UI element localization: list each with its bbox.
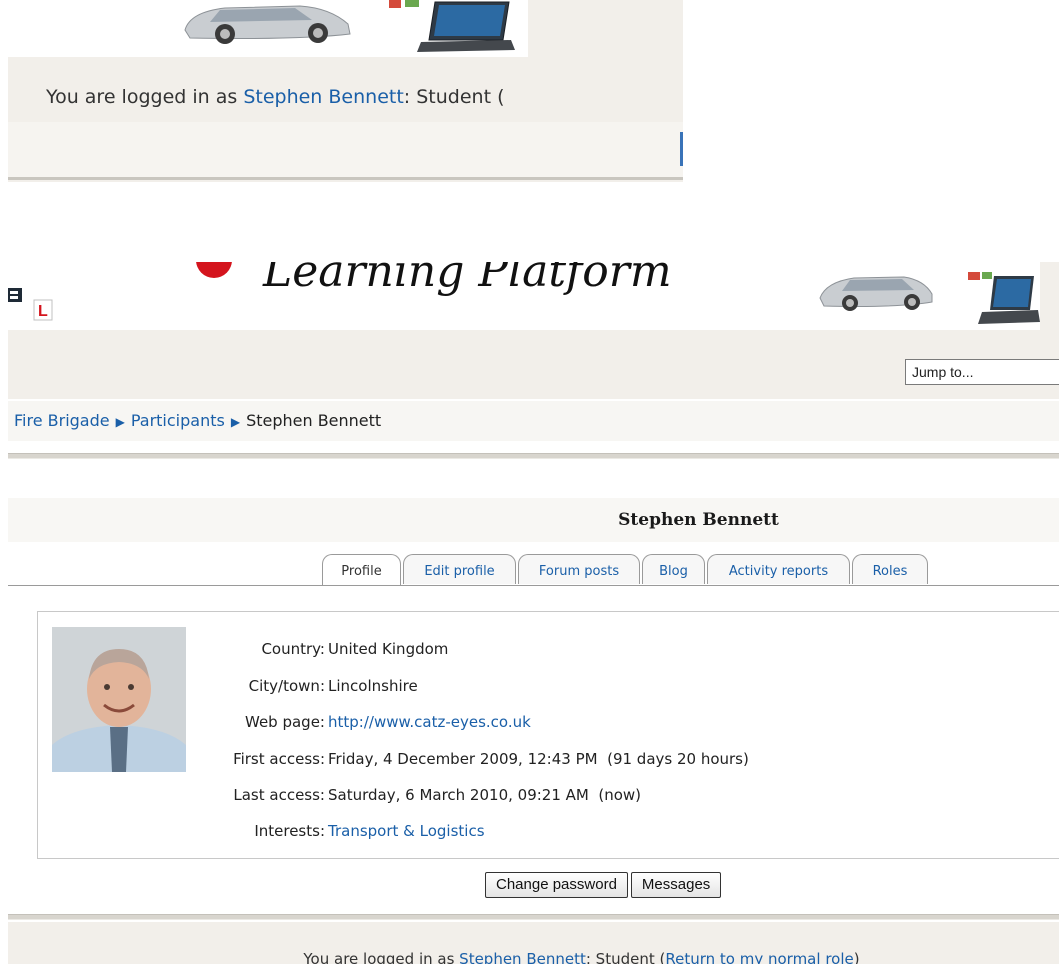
tab-edit-profile[interactable]: Edit profile	[403, 554, 516, 584]
field-label: Web page:	[245, 713, 325, 731]
footer-close: )	[853, 950, 860, 964]
main-screenshot-crop: L Learning Platform Jump to... Fire Brig…	[8, 262, 1059, 964]
breadcrumb-current: Stephen Bennett	[246, 411, 382, 430]
field-value: United Kingdom	[328, 640, 449, 658]
field-value: Saturday, 6 March 2010, 09:21 AM (now)	[328, 786, 642, 804]
top-screenshot-crop: You are logged in as Stephen Bennett: St…	[8, 0, 683, 182]
tab-roles[interactable]: Roles	[852, 554, 928, 584]
site-banner	[8, 0, 528, 57]
field-label: Country:	[261, 640, 325, 658]
brand-red-dot	[196, 262, 232, 278]
interest-link[interactable]: Transport & Logistics	[328, 822, 485, 840]
bar-edge	[680, 132, 683, 166]
site-banner: L Learning Platform	[8, 262, 1040, 330]
svg-text:L: L	[38, 303, 48, 320]
tab-blog[interactable]: Blog	[642, 554, 705, 584]
page-title: Stephen Bennett	[618, 510, 779, 530]
tab-forum-posts[interactable]: Forum posts	[518, 554, 640, 584]
car-icon	[184, 5, 351, 44]
field-label: First access:	[233, 750, 325, 768]
laptop-icon	[968, 272, 1040, 324]
login-suffix: : Student (	[403, 86, 505, 108]
field-value: Lincolnshire	[328, 677, 418, 695]
laptop-icon	[389, 0, 515, 52]
breadcrumb: Fire Brigade ▶ Participants ▶ Stephen Bennet…	[14, 411, 381, 430]
messages-button[interactable]: Messages	[630, 872, 722, 898]
divider	[8, 914, 1059, 920]
divider	[8, 453, 1059, 459]
login-status: You are logged in as Stephen Bennett: St…	[46, 86, 504, 108]
breadcrumb-separator-icon: ▶	[230, 415, 241, 429]
profile-actions: Change password Messages	[485, 872, 724, 898]
web-page-link[interactable]: http://www.catz-eyes.co.uk	[328, 713, 531, 731]
brand-title: Learning Platform	[263, 262, 672, 297]
breadcrumb-fire-brigade[interactable]: Fire Brigade	[14, 411, 110, 430]
field-value: Friday, 4 December 2009, 12:43 PM (91 da…	[328, 750, 749, 768]
nav-bar	[8, 122, 683, 180]
footer-role-text: : Student (	[585, 950, 666, 964]
return-normal-role-link[interactable]: Return to my normal role	[665, 950, 853, 964]
breadcrumb-participants[interactable]: Participants	[131, 411, 225, 430]
logo-fragment-icon: L	[8, 288, 53, 321]
profile-tabs: Profile Edit profile Forum posts Blog Ac…	[8, 554, 1059, 586]
field-label: Last access:	[233, 786, 325, 804]
jump-to-select[interactable]: Jump to...	[905, 359, 1059, 385]
header: L Learning Platform Jump to...	[8, 262, 1059, 399]
breadcrumb-separator-icon: ▶	[115, 415, 125, 429]
footer-user-link[interactable]: Stephen Bennett	[459, 950, 586, 964]
car-icon	[819, 276, 933, 311]
field-label: Interests:	[254, 822, 325, 840]
user-name-link[interactable]: Stephen Bennett	[243, 86, 403, 108]
footer-login-prefix: You are logged in as	[303, 950, 460, 964]
field-label: City/town:	[248, 677, 325, 695]
login-prefix: You are logged in as	[46, 86, 244, 108]
tab-activity-reports[interactable]: Activity reports	[707, 554, 850, 584]
tab-profile[interactable]: Profile	[322, 554, 401, 585]
profile-box: Country: United Kingdom City/town: Linco…	[37, 611, 1059, 859]
footer-login-status: You are logged in as Stephen Bennett: St…	[8, 950, 1059, 964]
change-password-button[interactable]: Change password	[485, 872, 628, 898]
